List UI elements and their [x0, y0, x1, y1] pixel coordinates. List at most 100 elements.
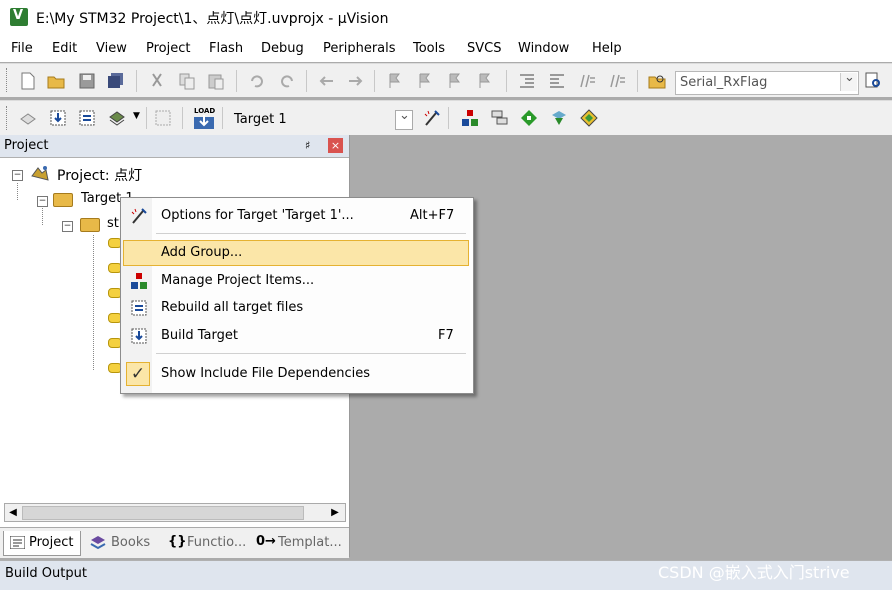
- menu-item-rebuild-all[interactable]: Rebuild all target files: [123, 295, 469, 321]
- tab-project[interactable]: Project: [3, 531, 81, 556]
- menu-peripherals[interactable]: Peripherals: [323, 41, 396, 56]
- manage-project-items-icon[interactable]: [461, 109, 479, 127]
- menu-help[interactable]: Help: [592, 41, 622, 56]
- menu-item-label: Build Target: [161, 328, 238, 343]
- prev-bookmark-icon[interactable]: [416, 72, 434, 90]
- menu-item-shortcut: F7: [438, 328, 454, 343]
- toolbar-separator: [448, 107, 449, 129]
- watermark: CSDN @嵌入式入门strive: [658, 563, 850, 582]
- tab-templates[interactable]: 0→ Templat...: [253, 531, 345, 555]
- pack-installer-icon[interactable]: [550, 109, 568, 127]
- project-panel-title: Project: [4, 138, 49, 153]
- new-file-icon[interactable]: [19, 72, 37, 90]
- group-folder-icon: [80, 218, 100, 232]
- tab-books[interactable]: Books: [86, 531, 156, 555]
- paste-icon[interactable]: [207, 72, 225, 90]
- tree-expander-target[interactable]: −: [37, 196, 48, 207]
- navigate-forward-icon[interactable]: [346, 72, 364, 90]
- menu-separator: [156, 233, 466, 234]
- menu-separator: [156, 353, 466, 354]
- horizontal-scrollbar[interactable]: ◀ ▶: [4, 503, 346, 522]
- scroll-left-arrow-icon[interactable]: ◀: [5, 504, 21, 521]
- next-bookmark-icon[interactable]: [446, 72, 464, 90]
- manage-run-time-icon[interactable]: [520, 109, 538, 127]
- redo-icon[interactable]: [278, 72, 296, 90]
- checkmark-icon: ✓: [126, 362, 150, 386]
- download-load-icon[interactable]: LOAD: [193, 107, 215, 129]
- uvision-app-icon: [10, 8, 28, 26]
- rebuild-icon[interactable]: [78, 109, 96, 127]
- menu-view[interactable]: View: [96, 41, 127, 56]
- save-all-icon[interactable]: [107, 72, 125, 90]
- menu-item-add-group[interactable]: Add Group...: [123, 240, 469, 266]
- menu-project[interactable]: Project: [146, 41, 190, 56]
- menu-item-manage-project-items[interactable]: Manage Project Items...: [123, 268, 469, 294]
- build-output-title: Build Output: [5, 566, 87, 581]
- find-in-files-icon[interactable]: [648, 72, 666, 90]
- find-combo[interactable]: Serial_RxFlag: [675, 70, 859, 95]
- tree-expander-root[interactable]: −: [12, 170, 23, 181]
- toolbar-separator: [637, 70, 638, 92]
- indent-icon[interactable]: [518, 72, 536, 90]
- tab-functions[interactable]: {} Functio...: [162, 531, 248, 555]
- menu-item-build-target[interactable]: Build Target F7: [123, 323, 469, 349]
- templates-tab-icon: 0→: [256, 534, 276, 549]
- file-toolbar: Serial_RxFlag: [0, 63, 892, 97]
- software-packs-icon[interactable]: [580, 109, 598, 127]
- title-bar: E:\My STM32 Project\1、点灯\点灯.uvprojx - µV…: [0, 0, 892, 36]
- menu-edit[interactable]: Edit: [52, 41, 77, 56]
- toolbar-separator: [506, 70, 507, 92]
- menu-item-label: Manage Project Items...: [161, 273, 315, 288]
- clear-bookmarks-icon[interactable]: [476, 72, 494, 90]
- manage-project-items-icon: [131, 273, 147, 289]
- undo-icon[interactable]: [248, 72, 266, 90]
- project-root-label[interactable]: Project: 点灯: [57, 165, 142, 185]
- bookmark-icon[interactable]: [386, 72, 404, 90]
- menu-item-label: Options for Target 'Target 1'...: [161, 208, 354, 223]
- menu-flash[interactable]: Flash: [209, 41, 243, 56]
- unindent-icon[interactable]: [548, 72, 566, 90]
- pin-icon[interactable]: ♯: [305, 139, 310, 152]
- uncomment-icon[interactable]: [608, 72, 626, 90]
- translate-icon[interactable]: [19, 109, 37, 127]
- stop-build-icon[interactable]: [154, 109, 172, 127]
- chevron-down-icon[interactable]: [840, 70, 857, 91]
- menu-tools[interactable]: Tools: [413, 41, 445, 56]
- rebuild-icon: [131, 300, 147, 316]
- menu-debug[interactable]: Debug: [261, 41, 304, 56]
- save-icon[interactable]: [78, 72, 96, 90]
- project-tab-icon: [10, 536, 25, 549]
- tree-line: [42, 208, 43, 225]
- copy-icon[interactable]: [178, 72, 196, 90]
- build-icon[interactable]: [49, 109, 67, 127]
- window-title: E:\My STM32 Project\1、点灯\点灯.uvprojx - µV…: [36, 11, 389, 27]
- menu-file[interactable]: File: [11, 41, 33, 56]
- options-for-target-icon[interactable]: [423, 109, 441, 127]
- batch-build-icon[interactable]: [108, 109, 126, 127]
- toolbar-separator: [182, 107, 183, 129]
- chevron-down-icon[interactable]: [395, 108, 413, 130]
- find-icon[interactable]: [864, 72, 882, 90]
- menu-item-show-include-dependencies[interactable]: ✓ Show Include File Dependencies: [123, 361, 469, 387]
- scroll-right-arrow-icon[interactable]: ▶: [327, 504, 343, 521]
- menu-item-options-for-target[interactable]: Options for Target 'Target 1'... Alt+F7: [123, 203, 469, 229]
- close-icon[interactable]: ×: [328, 138, 343, 153]
- menu-svcs[interactable]: SVCS: [467, 41, 501, 56]
- toolbar-separator: [306, 70, 307, 92]
- toolbar-separator: [146, 107, 147, 129]
- navigate-back-icon[interactable]: [318, 72, 336, 90]
- menu-item-label: Rebuild all target files: [161, 300, 304, 315]
- open-folder-icon[interactable]: [47, 72, 65, 90]
- tree-expander-group[interactable]: −: [62, 221, 73, 232]
- scroll-thumb[interactable]: [22, 506, 304, 520]
- group-label[interactable]: st: [107, 216, 119, 231]
- toolbar-grip[interactable]: [6, 68, 10, 92]
- build-toolbar: ▼ LOAD Target 1: [0, 100, 892, 135]
- comment-icon[interactable]: [578, 72, 596, 90]
- select-packs-icon[interactable]: [491, 109, 509, 127]
- toolbar-grip[interactable]: [6, 106, 10, 130]
- target-select[interactable]: Target 1: [227, 107, 413, 130]
- batch-build-dropdown-icon[interactable]: ▼: [133, 111, 140, 121]
- menu-window[interactable]: Window: [518, 41, 569, 56]
- cut-icon[interactable]: [148, 72, 166, 90]
